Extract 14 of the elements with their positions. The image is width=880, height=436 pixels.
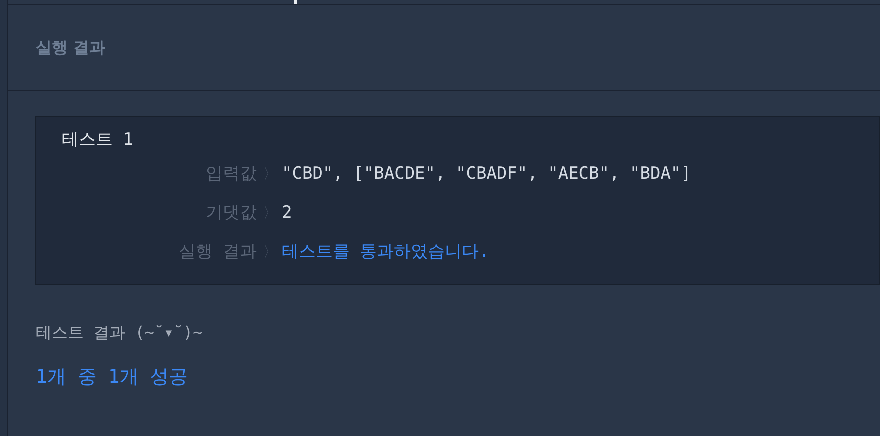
text-cursor: [294, 0, 297, 4]
chevron-icon: 〉: [263, 163, 278, 186]
row-value: 테스트를 통과하였습니다.: [282, 240, 490, 264]
chevron-icon: 〉: [263, 202, 278, 225]
summary-result: 1개 중 1개 성공: [36, 365, 190, 390]
test-title: 테스트 1: [62, 129, 134, 152]
section-title: 실행 결과: [36, 36, 106, 58]
row-label: 실행 결과: [178, 240, 257, 264]
chevron-icon: 〉: [263, 241, 278, 264]
summary-title: 테스트 결과 (~˘▾˘)~: [36, 322, 204, 344]
row-label: 기댓값: [205, 202, 257, 225]
row-value: 2: [282, 202, 292, 225]
row-label: 입력값: [205, 162, 257, 186]
row-value: "CBD", ["BACDE", "CBADF", "AECB", "BDA"]: [282, 162, 692, 186]
